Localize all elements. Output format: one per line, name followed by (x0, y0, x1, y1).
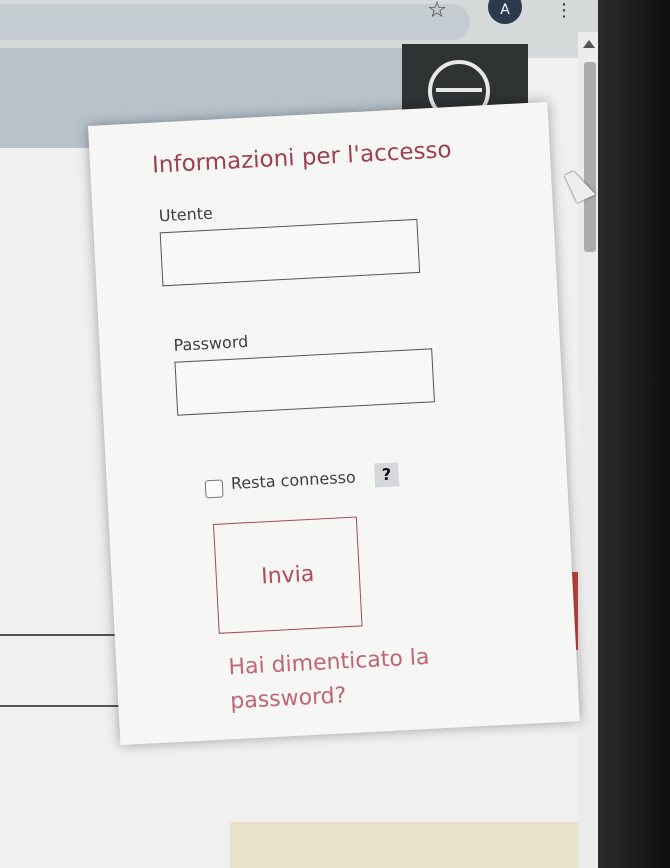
forgot-password-link[interactable]: Hai dimenticato la password? (228, 639, 471, 719)
username-label: Utente (158, 203, 214, 226)
help-icon[interactable]: ? (374, 462, 400, 488)
scroll-up-arrow-icon[interactable] (583, 40, 595, 48)
password-label: Password (173, 331, 249, 355)
login-popup: Informazioni per l'accesso Utente Passwo… (88, 101, 580, 746)
address-bar[interactable] (0, 4, 470, 40)
username-field[interactable] (159, 218, 421, 287)
password-field[interactable] (174, 348, 435, 416)
bookmark-star-icon[interactable]: ☆ (426, 0, 448, 22)
submit-button[interactable]: Invia (213, 516, 363, 634)
login-arrow-icon (436, 88, 482, 92)
monitor-bezel (598, 0, 670, 868)
bottom-banner (230, 822, 580, 868)
submit-button-label: Invia (260, 561, 315, 590)
scroll-thumb[interactable] (584, 62, 596, 252)
popup-title: Informazioni per l'accesso (151, 137, 453, 179)
kebab-menu-icon[interactable]: ⋮ (555, 0, 573, 21)
remember-me-checkbox[interactable] (204, 479, 224, 499)
profile-avatar[interactable]: A (488, 0, 522, 24)
remember-me-label[interactable]: Resta connesso (230, 467, 356, 493)
